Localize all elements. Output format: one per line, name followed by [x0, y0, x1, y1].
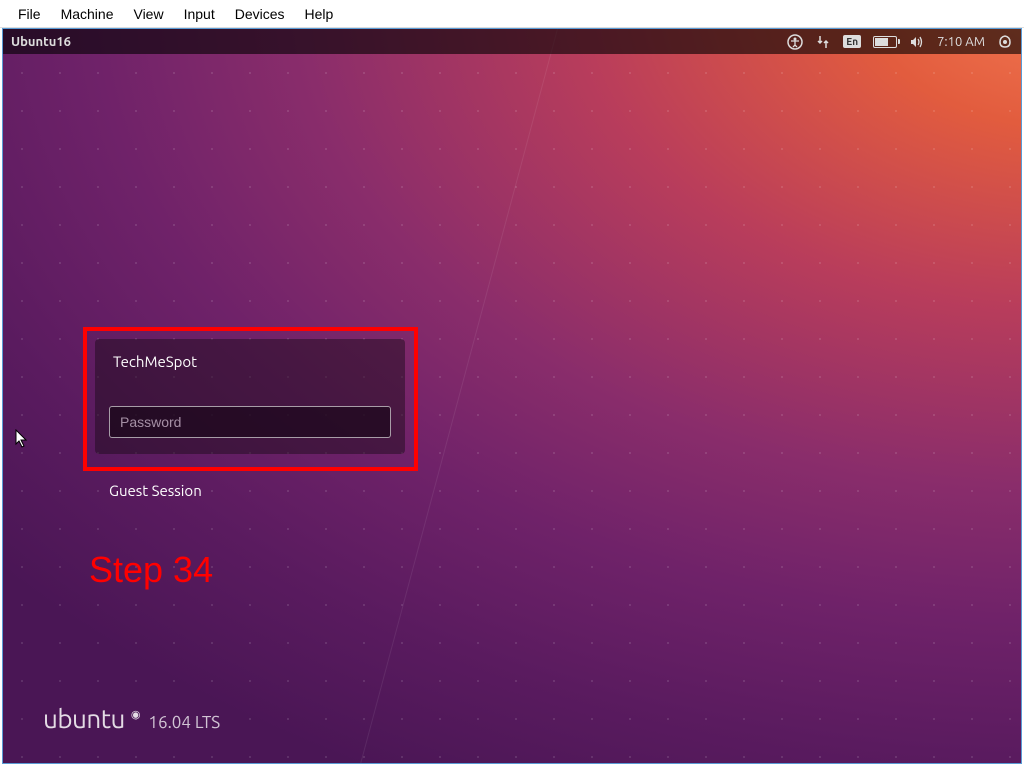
ubuntu-logo-text: ubuntu — [43, 704, 125, 733]
username-label[interactable]: TechMeSpot — [113, 353, 391, 370]
menu-machine[interactable]: Machine — [51, 4, 124, 24]
menu-help[interactable]: Help — [295, 4, 344, 24]
network-icon[interactable] — [815, 34, 831, 50]
annotation-step-label: Step 34 — [89, 549, 213, 591]
accessibility-icon[interactable] — [787, 34, 803, 50]
ubuntu-cof-icon: ◉ — [131, 708, 141, 721]
guest-session-button[interactable]: Guest Session — [109, 482, 202, 499]
menu-view[interactable]: View — [123, 4, 173, 24]
battery-icon[interactable] — [873, 36, 897, 48]
menu-input[interactable]: Input — [174, 4, 225, 24]
language-indicator[interactable]: En — [843, 35, 861, 48]
desktop-background: Ubuntu16 En 7:10 AM — [3, 29, 1021, 763]
menu-file[interactable]: File — [8, 4, 51, 24]
clock[interactable]: 7:10 AM — [937, 35, 985, 49]
ubuntu-branding: ubuntu ◉ 16.04 LTS — [43, 704, 220, 733]
power-icon[interactable] — [997, 34, 1013, 50]
virtualbox-menubar: File Machine View Input Devices Help — [0, 0, 1024, 28]
volume-icon[interactable] — [909, 34, 925, 50]
login-panel: TechMeSpot — [95, 339, 405, 454]
vm-screen: Ubuntu16 En 7:10 AM — [2, 28, 1022, 764]
ubuntu-topbar: Ubuntu16 En 7:10 AM — [3, 29, 1021, 54]
password-input[interactable] — [109, 406, 391, 438]
vm-title: Ubuntu16 — [11, 35, 71, 49]
mouse-cursor — [15, 429, 29, 453]
topbar-indicators: En 7:10 AM — [787, 34, 1013, 50]
ubuntu-version: 16.04 LTS — [148, 713, 220, 732]
menu-devices[interactable]: Devices — [225, 4, 295, 24]
